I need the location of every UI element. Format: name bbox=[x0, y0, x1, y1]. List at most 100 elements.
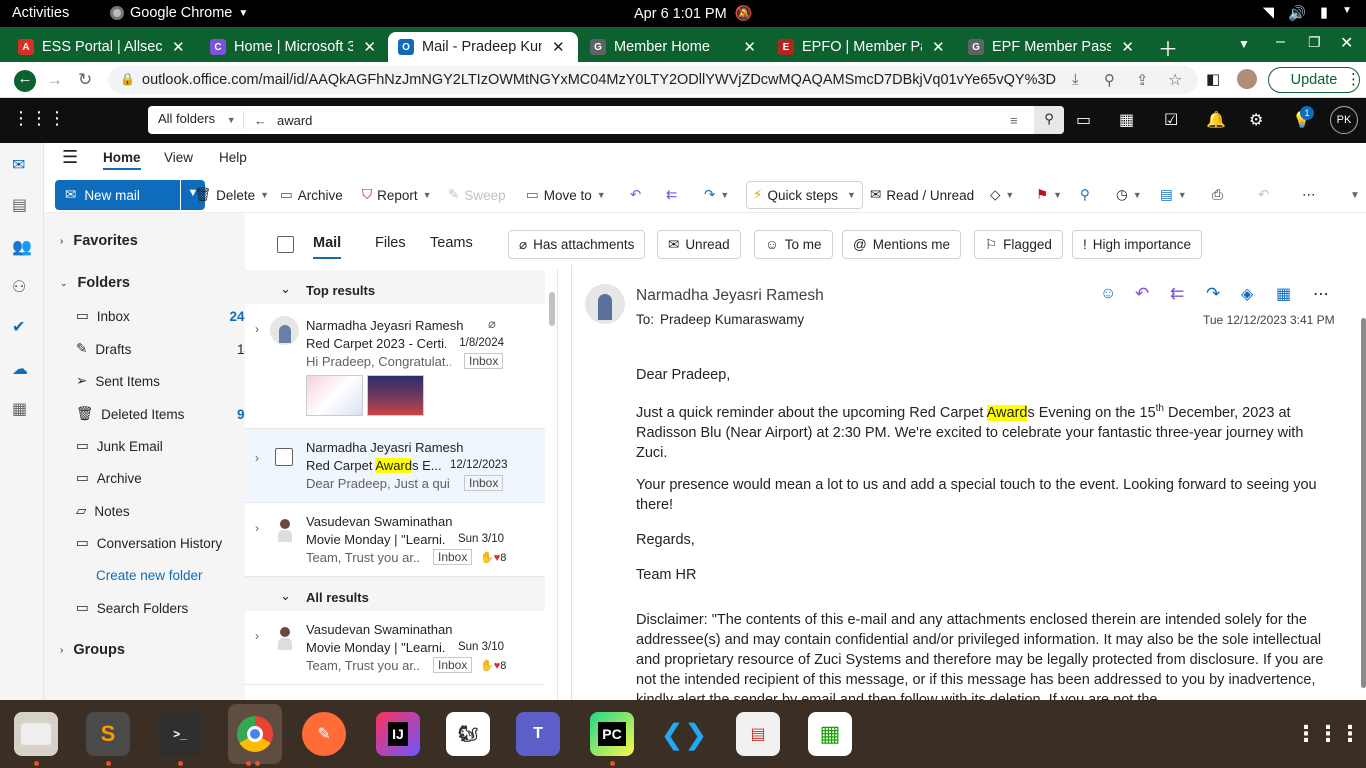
close-icon[interactable]: ✕ bbox=[743, 38, 756, 56]
favorites-header[interactable]: › Favorites bbox=[60, 233, 138, 249]
archive-button[interactable]: ▭ Archive bbox=[280, 183, 343, 207]
folder-deleted[interactable]: 🗑Deleted Items99 bbox=[76, 406, 252, 422]
people-icon[interactable]: 👥 bbox=[12, 237, 32, 257]
move-to-button[interactable]: ▭ Move to ▼ bbox=[526, 183, 606, 207]
search-scope-dropdown[interactable]: All folders ▼ bbox=[148, 111, 244, 129]
filter-unread[interactable]: ✉ Unread bbox=[657, 230, 741, 259]
maximize-icon[interactable]: ❐ bbox=[1308, 34, 1321, 51]
hamburger-icon[interactable]: ☰ bbox=[62, 147, 78, 168]
reactions[interactable]: ✋♥8 bbox=[480, 659, 506, 672]
message-item[interactable]: › Narmadha Jeyasri Ramesh ⌀ Red Carpet 2… bbox=[245, 304, 545, 429]
emoji-react-icon[interactable]: ☺ bbox=[1100, 285, 1116, 303]
filter-icon[interactable]: ≡ bbox=[1010, 113, 1018, 128]
read-unread-button[interactable]: ✉ Read / Unread bbox=[870, 183, 974, 207]
install-icon[interactable]: ⤓ bbox=[1072, 71, 1079, 88]
message-item[interactable]: › Vasudevan Swaminathan Movie Monday | "… bbox=[245, 611, 545, 685]
chevron-right-icon[interactable]: › bbox=[255, 521, 259, 535]
zoom-icon[interactable]: ⚲ bbox=[1104, 71, 1115, 89]
tab-epf-passbook[interactable]: G EPF Member Passb ✕ bbox=[958, 32, 1144, 62]
tab-microsoft-home[interactable]: C Home | Microsoft 3 ✕ bbox=[200, 32, 386, 62]
filter-has-attachments[interactable]: ⌀ Has attachments bbox=[508, 230, 646, 259]
rules-icon[interactable]: ▤ ▼ bbox=[1160, 183, 1187, 207]
share-icon[interactable]: ⇪ bbox=[1136, 71, 1149, 89]
search-folders[interactable]: ▭ Search Folders bbox=[76, 600, 188, 616]
clock[interactable]: Apr 6 1:01 PM 🔕 bbox=[634, 5, 753, 23]
app-menu[interactable]: Google Chrome ▼ bbox=[110, 5, 248, 21]
bookmark-star-icon[interactable]: ☆ bbox=[1168, 70, 1182, 90]
copilot-icon[interactable]: ◈ bbox=[1241, 284, 1253, 304]
teams-icon[interactable]: T bbox=[516, 712, 560, 756]
app-launcher-icon[interactable]: ⋮⋮⋮ bbox=[12, 108, 66, 129]
reactions[interactable]: ✋♥8 bbox=[480, 551, 506, 564]
sweep-button[interactable]: ✎ Sweep bbox=[448, 183, 506, 207]
search-box[interactable]: All folders ▼ ← award ≡ ⚲ bbox=[148, 106, 1064, 134]
ribbon-expand-icon[interactable]: ▼ bbox=[1350, 183, 1360, 207]
search-input[interactable]: award bbox=[267, 113, 312, 128]
postman-icon[interactable]: ✎ bbox=[302, 712, 346, 756]
groups-icon[interactable]: ⚇ bbox=[12, 277, 26, 297]
tab-epfo-member[interactable]: E EPFO | Member Pa ✕ bbox=[768, 32, 956, 62]
tab-ess-portal[interactable]: A ESS Portal | Allsec ✕ bbox=[8, 32, 196, 62]
folder-sent[interactable]: ➢ Sent Items bbox=[76, 373, 160, 389]
folder-conversation-history[interactable]: ▭ Conversation History bbox=[76, 535, 222, 551]
pin-icon[interactable]: ⚲ bbox=[1080, 183, 1090, 207]
sublime-text-icon[interactable]: S bbox=[86, 712, 130, 756]
chevron-right-icon[interactable]: › bbox=[255, 629, 259, 643]
activities-button[interactable]: Activities bbox=[12, 5, 69, 21]
side-panel-icon[interactable]: ◧ bbox=[1206, 70, 1220, 88]
tab-view[interactable]: View bbox=[164, 150, 193, 165]
new-tab-icon[interactable]: ＋ bbox=[1158, 33, 1178, 62]
attachment-thumbnail[interactable] bbox=[367, 375, 424, 416]
filter-high-importance[interactable]: ! High importance bbox=[1072, 230, 1203, 259]
flag-icon[interactable]: ⚑ ▼ bbox=[1036, 183, 1062, 207]
undo-icon[interactable]: ↶ bbox=[1258, 183, 1269, 207]
tab-home[interactable]: Home bbox=[103, 150, 141, 170]
terminal-icon[interactable]: >_ bbox=[158, 712, 202, 756]
gear-icon[interactable]: ⚙ bbox=[1249, 110, 1263, 130]
reply-icon[interactable]: ↶ bbox=[630, 183, 641, 207]
folder-junk[interactable]: ▭ Junk Email bbox=[76, 438, 163, 454]
message-checkbox[interactable] bbox=[275, 448, 293, 466]
forward-icon[interactable]: ↷ ▼ bbox=[704, 183, 729, 207]
select-all-checkbox[interactable] bbox=[277, 236, 294, 253]
reading-scrollbar[interactable] bbox=[1361, 318, 1366, 688]
reply-icon[interactable]: ↶ bbox=[1135, 284, 1149, 304]
tab-help[interactable]: Help bbox=[219, 150, 247, 165]
report-button[interactable]: ⛉ Report ▼ bbox=[362, 183, 432, 207]
reply-all-icon[interactable]: ⇇ bbox=[666, 183, 677, 207]
tab-outlook-mail[interactable]: O Mail - Pradeep Kum ✕ bbox=[388, 32, 578, 62]
create-folder-link[interactable]: Create new folder bbox=[96, 568, 203, 583]
account-avatar[interactable]: PK bbox=[1330, 106, 1358, 134]
tab-member-home[interactable]: G Member Home ✕ bbox=[580, 32, 766, 62]
apps-icon[interactable]: ▦ bbox=[12, 399, 27, 419]
close-icon[interactable]: ✕ bbox=[552, 38, 565, 56]
quick-steps-button[interactable]: ⚡ Quick steps ▼ bbox=[746, 181, 863, 209]
section-all-results[interactable]: ⌄ All results bbox=[245, 577, 545, 611]
bell-icon[interactable]: 🔔 bbox=[1206, 110, 1226, 130]
profile-avatar[interactable] bbox=[1237, 69, 1257, 89]
folder-notes[interactable]: ▱ Notes bbox=[76, 503, 130, 519]
todo-icon[interactable]: ✔ bbox=[12, 317, 25, 337]
back-icon[interactable]: ← bbox=[14, 70, 36, 92]
dbeaver-icon[interactable]: 🐿 bbox=[446, 712, 490, 756]
filter-to-me[interactable]: ☺ To me bbox=[754, 230, 833, 259]
reading-sender[interactable]: Narmadha Jeyasri Ramesh bbox=[636, 287, 824, 305]
reload-icon[interactable]: ↻ bbox=[78, 70, 92, 90]
teams-chat-icon[interactable]: ▭ bbox=[1076, 110, 1091, 130]
message-item-selected[interactable]: › Narmadha Jeyasri Ramesh Red Carpet Awa… bbox=[245, 429, 545, 503]
folder-drafts[interactable]: ✎Drafts14 bbox=[76, 341, 252, 357]
chevron-right-icon[interactable]: › bbox=[255, 322, 259, 336]
document-viewer-icon[interactable]: ▤ bbox=[736, 712, 780, 756]
my-day-icon[interactable]: ☑ bbox=[1164, 110, 1178, 130]
snooze-icon[interactable]: ◷ ▼ bbox=[1116, 183, 1142, 207]
filter-flagged[interactable]: ⚐ Flagged bbox=[974, 230, 1063, 259]
onedrive-icon[interactable]: ☁ bbox=[12, 359, 28, 379]
chrome-icon[interactable] bbox=[228, 704, 282, 764]
attachment-thumbnail[interactable] bbox=[306, 375, 363, 416]
tab-teams[interactable]: Teams bbox=[430, 235, 473, 251]
folder-archive[interactable]: ▭ Archive bbox=[76, 470, 142, 486]
vscode-icon[interactable]: ❮❯ bbox=[661, 712, 708, 756]
excel-icon[interactable]: ▦ bbox=[1119, 110, 1134, 130]
folders-header[interactable]: ⌄ Folders bbox=[60, 275, 130, 291]
section-top-results[interactable]: ⌄ Top results bbox=[245, 270, 545, 304]
